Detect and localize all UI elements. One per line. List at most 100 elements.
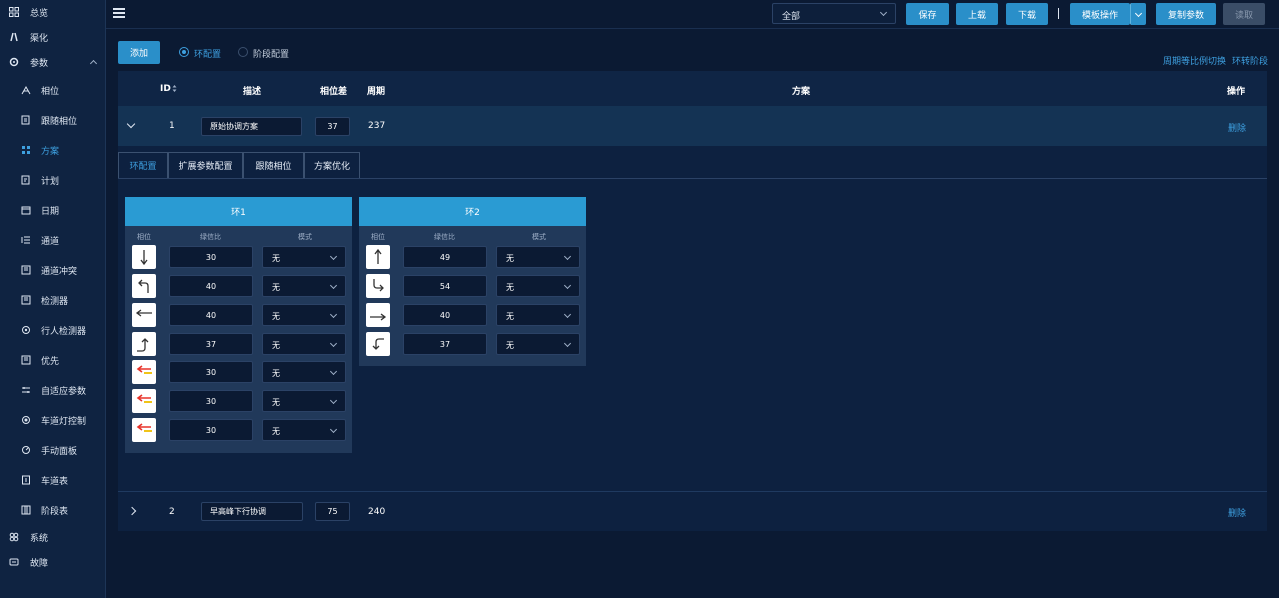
tab-scheme-optimize[interactable]: 方案优化	[304, 152, 360, 178]
sidebar-item-detector[interactable]: 检测器	[0, 288, 106, 312]
split-input[interactable]: 54	[403, 275, 487, 297]
split-input[interactable]: 37	[403, 333, 487, 355]
tab-extended-params[interactable]: 扩展参数配置	[168, 152, 243, 178]
sidebar-item-lane-table[interactable]: 车道表	[0, 468, 106, 492]
mode-select[interactable]: 无	[262, 333, 346, 355]
delete-link[interactable]: 删除	[1228, 506, 1246, 519]
menu-toggle-icon[interactable]	[113, 8, 125, 18]
scheme-icon	[21, 145, 31, 155]
scheme-table: ID 描述 相位差 周期 方案 操作 1 原始协调方案 37 237 删除 环配…	[118, 71, 1267, 531]
split-input[interactable]: 40	[403, 304, 487, 326]
row-id: 1	[169, 121, 175, 131]
sidebar-item-adaptive[interactable]: 自适应参数	[0, 378, 106, 402]
sidebar-item-pedestrian-detector[interactable]: 行人检测器	[0, 318, 106, 342]
mode-select[interactable]: 无	[262, 419, 346, 441]
pedestrian-left-arrow-icon[interactable]	[132, 389, 156, 413]
sidebar-item-scheme[interactable]: 方案	[0, 138, 106, 162]
chevron-down-icon	[329, 252, 338, 261]
chevron-right-icon[interactable]	[127, 506, 137, 516]
sidebar-item-manual-panel[interactable]: 手动面板	[0, 438, 106, 462]
system-icon	[9, 532, 19, 542]
sidebar-item-label: 车道表	[41, 476, 69, 487]
split-input[interactable]: 30	[169, 361, 253, 383]
read-button[interactable]: 读取	[1223, 3, 1265, 25]
split-input[interactable]: 30	[169, 419, 253, 441]
mode-value: 无	[272, 312, 280, 321]
template-ops-button[interactable]: 模板操作	[1070, 3, 1130, 25]
sidebar-item-fault[interactable]: 故障	[0, 550, 106, 574]
straight-up-arrow-icon[interactable]	[366, 245, 390, 269]
desc-input[interactable]: 原始协调方案	[201, 117, 302, 136]
mode-select[interactable]: 无	[262, 246, 346, 268]
chevron-down-icon[interactable]	[126, 119, 136, 129]
right-turn-up-arrow-icon[interactable]	[132, 332, 156, 356]
mode-select[interactable]: 无	[262, 361, 346, 383]
add-button[interactable]: 添加	[118, 41, 160, 64]
download-button[interactable]: 下载	[1006, 3, 1048, 25]
pedestrian-left-arrow-icon[interactable]	[132, 360, 156, 384]
sidebar-item-lane-light[interactable]: 车道灯控制	[0, 408, 106, 432]
sidebar-item-label: 自适应参数	[41, 386, 87, 397]
straight-right-arrow-icon[interactable]	[366, 303, 390, 327]
sidebar-item-params[interactable]: 参数	[0, 50, 106, 74]
delete-link[interactable]: 删除	[1228, 121, 1246, 134]
cycle-ratio-switch-link[interactable]: 周期等比例切换	[1163, 54, 1226, 67]
mode-select[interactable]: 无	[496, 246, 580, 268]
copy-params-button[interactable]: 复制参数	[1156, 3, 1216, 25]
col-id[interactable]: ID	[160, 84, 171, 94]
save-button[interactable]: 保存	[906, 3, 949, 25]
straight-left-arrow-icon[interactable]	[132, 303, 156, 327]
split-input[interactable]: 30	[169, 246, 253, 268]
upload-button[interactable]: 上载	[956, 3, 998, 25]
manual-panel-icon	[21, 445, 31, 455]
sidebar-item-follow-phase[interactable]: 跟随相位	[0, 108, 106, 132]
mode-select[interactable]: 无	[496, 304, 580, 326]
sidebar-item-channel[interactable]: 通道	[0, 228, 106, 252]
mode-select[interactable]: 无	[262, 390, 346, 412]
mode-select[interactable]: 无	[262, 304, 346, 326]
sidebar-item-phase[interactable]: 相位	[0, 78, 106, 102]
sidebar-item-plan[interactable]: 计划	[0, 168, 106, 192]
sidebar-item-overview[interactable]: 总览	[0, 0, 106, 24]
template-ops-dropdown[interactable]	[1130, 3, 1146, 25]
sidebar-item-date[interactable]: 日期	[0, 198, 106, 222]
sort-icon[interactable]	[172, 84, 177, 93]
left-turn-down-arrow-icon[interactable]	[366, 332, 390, 356]
right-turn-down-arrow-icon[interactable]	[366, 274, 390, 298]
straight-down-arrow-icon[interactable]	[132, 245, 156, 269]
table-row: 1 原始协调方案 37 237 删除	[118, 106, 1267, 146]
sidebar-item-system[interactable]: 系统	[0, 525, 106, 549]
sidebar-item-channel-conflict[interactable]: 通道冲突	[0, 258, 106, 282]
left-turn-arrow-icon[interactable]	[132, 274, 156, 298]
ring-to-stage-link[interactable]: 环转阶段	[1232, 54, 1268, 67]
split-input[interactable]: 49	[403, 246, 487, 268]
mode-select[interactable]: 无	[496, 333, 580, 355]
sidebar-item-label: 阶段表	[41, 506, 69, 517]
mode-select[interactable]: 无	[262, 275, 346, 297]
filter-select[interactable]: 全部	[772, 3, 896, 24]
split-input[interactable]: 40	[169, 275, 253, 297]
ring-col-mode: 模式	[532, 233, 546, 241]
sidebar-item-stage-table[interactable]: 阶段表	[0, 498, 106, 522]
sidebar-item-label: 通道冲突	[41, 266, 78, 277]
radio-ring-config[interactable]	[179, 47, 189, 57]
tab-follow-phase[interactable]: 跟随相位	[243, 152, 304, 178]
mode-value: 无	[272, 341, 280, 350]
tab-ring-config[interactable]: 环配置	[118, 152, 168, 178]
split-input[interactable]: 37	[169, 333, 253, 355]
split-input[interactable]: 40	[169, 304, 253, 326]
chevron-down-icon	[563, 252, 572, 261]
mode-value: 无	[506, 254, 514, 263]
offset-input[interactable]: 75	[315, 502, 350, 521]
row-id: 2	[169, 507, 175, 517]
mode-value: 无	[506, 283, 514, 292]
pedestrian-left-arrow-icon[interactable]	[132, 418, 156, 442]
offset-input[interactable]: 37	[315, 117, 350, 136]
sidebar-item-channelization[interactable]: 渠化	[0, 25, 106, 49]
sidebar-item-priority[interactable]: 优先	[0, 348, 106, 372]
split-input[interactable]: 30	[169, 390, 253, 412]
grid-icon	[9, 7, 19, 17]
radio-stage-config[interactable]	[238, 47, 248, 57]
mode-select[interactable]: 无	[496, 275, 580, 297]
desc-input[interactable]: 早高峰下行协调	[201, 502, 303, 521]
